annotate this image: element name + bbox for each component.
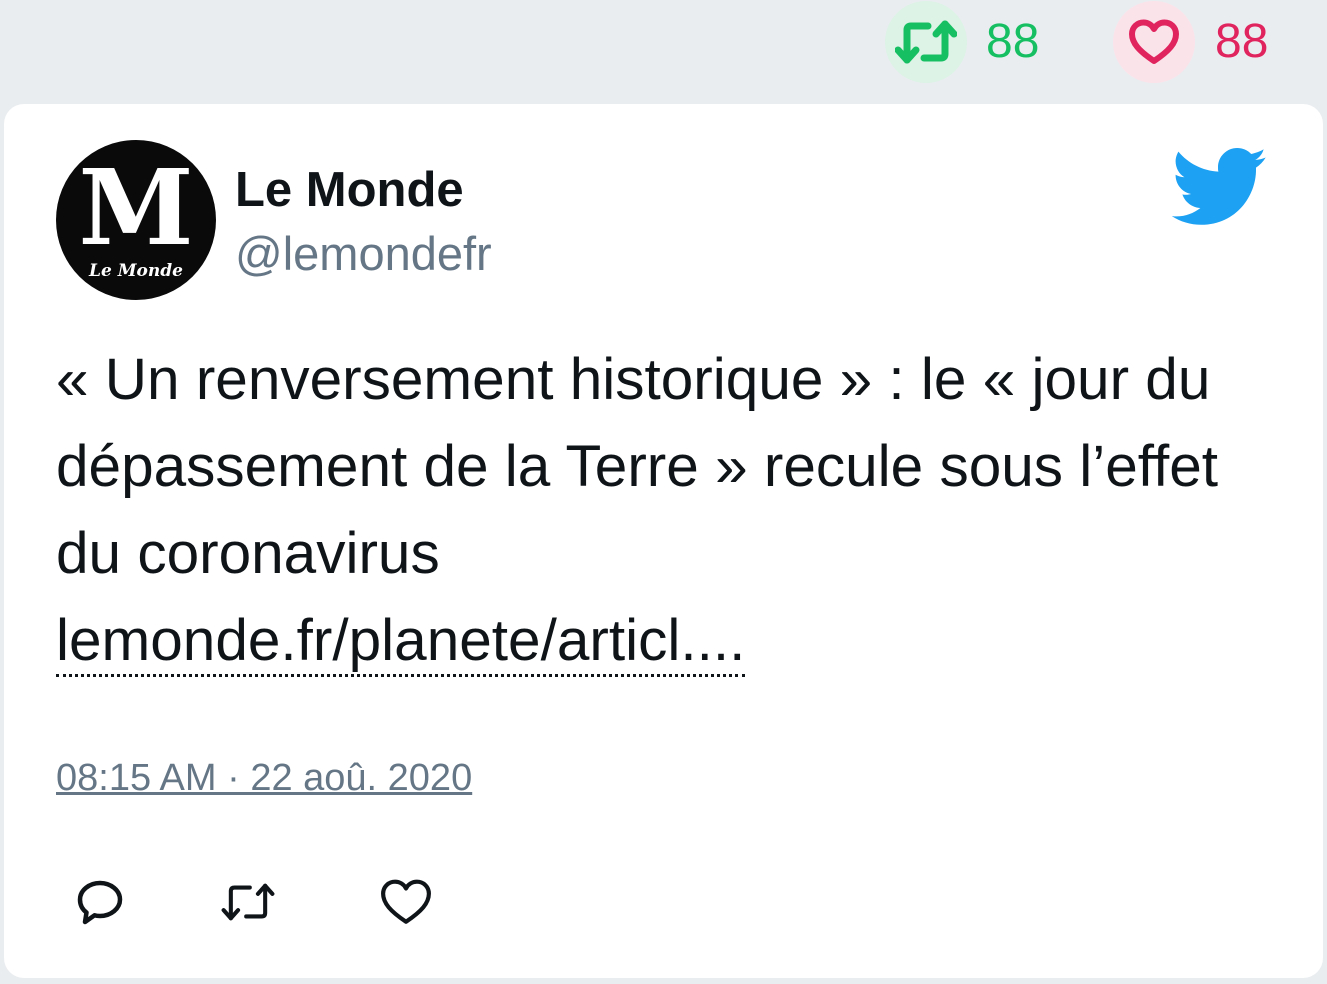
- like-button[interactable]: [378, 874, 434, 930]
- svg-text:Le Monde: Le Monde: [88, 261, 183, 281]
- like-icon-circle[interactable]: [1113, 1, 1195, 83]
- author-handle[interactable]: @lemondefr: [235, 230, 492, 277]
- reply-button[interactable]: [72, 874, 128, 930]
- twitter-bird-icon[interactable]: [1171, 148, 1268, 228]
- tweet-timestamp[interactable]: 08:15 AM · 22 aoû. 2020: [56, 759, 472, 797]
- like-stat[interactable]: 88: [1113, 1, 1269, 83]
- tweet-text: « Un renversement historique » : le « jo…: [56, 336, 1286, 684]
- tweet-link[interactable]: lemonde.fr/planete/articl....: [56, 608, 746, 677]
- reply-icon: [77, 880, 123, 925]
- top-engagement-bar: 88 88: [0, 0, 1327, 100]
- heart-icon: [381, 879, 431, 924]
- tweet-body: « Un renversement historique » : le « jo…: [56, 347, 1219, 586]
- retweet-icon-circle[interactable]: [885, 1, 967, 83]
- le-monde-logo-icon: M Le Monde: [78, 146, 193, 281]
- retweet-icon: [895, 20, 957, 64]
- retweet-count: 88: [986, 15, 1040, 68]
- author-name[interactable]: Le Monde: [235, 166, 464, 215]
- tweet-card: M Le Monde Le Monde @lemondefr « Un renv…: [4, 104, 1323, 978]
- retweet-icon: [221, 883, 275, 921]
- retweet-button[interactable]: [220, 874, 276, 930]
- heart-icon: [1129, 19, 1179, 64]
- svg-text:M: M: [78, 146, 193, 269]
- avatar[interactable]: M Le Monde: [56, 140, 216, 300]
- retweet-stat[interactable]: 88: [885, 1, 1040, 83]
- like-count: 88: [1215, 15, 1269, 68]
